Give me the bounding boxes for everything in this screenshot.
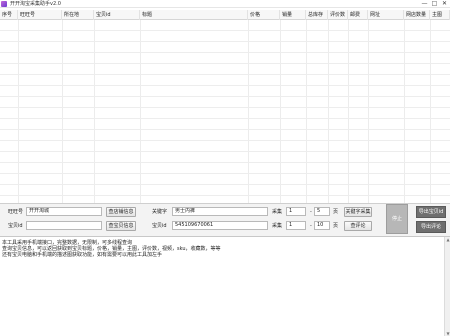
table-row[interactable] (0, 108, 450, 119)
export-item-ids-button[interactable]: 导出宝贝id (416, 206, 446, 218)
maximize-icon[interactable]: □ (430, 0, 439, 7)
query-shop-button[interactable]: 查店铺信息 (106, 207, 136, 217)
column-header-item-id[interactable]: 宝贝id (94, 10, 140, 20)
item-collect-label: 采集 (272, 223, 283, 229)
column-header-location[interactable]: 所在地 (62, 10, 94, 20)
query-item-button[interactable]: 查宝贝信息 (106, 221, 136, 231)
keyword-page-separator: - (310, 209, 312, 215)
column-header-title[interactable]: 标题 (140, 10, 248, 20)
table-row[interactable] (0, 185, 450, 196)
log-scrollbar[interactable]: ▲ ▼ (444, 237, 450, 336)
item-id-input[interactable]: 545109670061 (172, 221, 268, 230)
keyword-input[interactable]: 男士内裤 (172, 207, 268, 216)
title-bar: 开开淘宝采集助手v2.0 — □ ✕ (0, 0, 450, 8)
column-header-shipping[interactable]: 邮费 (348, 10, 368, 20)
table-row[interactable] (0, 64, 450, 75)
item-page-separator: - (310, 223, 312, 229)
wangwang-input[interactable]: 开开淘城 (26, 207, 102, 216)
table-header: 序号 旺旺号 所在地 宝贝id 标题 价格 销量 总库存 评价数 邮费 网址 网… (0, 10, 450, 20)
scroll-down-icon[interactable]: ▼ (445, 331, 450, 336)
keyword-page-unit: 页 (333, 209, 339, 215)
table-row[interactable] (0, 42, 450, 53)
table-row[interactable] (0, 86, 450, 97)
scroll-up-icon[interactable]: ▲ (445, 237, 450, 243)
log-textarea[interactable]: 本工具采用手机端接口，完整数据，无限制，可多线程查询 查询宝贝信息，可以返回获取… (0, 236, 450, 336)
table-row[interactable] (0, 31, 450, 42)
column-header-index[interactable]: 序号 (0, 10, 18, 20)
column-header-url[interactable]: 网址 (368, 10, 404, 20)
results-table[interactable]: 序号 旺旺号 所在地 宝贝id 标题 价格 销量 总库存 评价数 邮费 网址 网… (0, 8, 450, 204)
control-panel: 旺旺号 开开淘城 查店铺信息 宝贝id 查宝贝信息 关键字 男士内裤 采集 1 … (0, 204, 450, 236)
table-row[interactable] (0, 130, 450, 141)
export-reviews-button[interactable]: 导出评论 (416, 221, 446, 233)
shop-item-id-input[interactable] (26, 221, 102, 230)
table-row[interactable] (0, 53, 450, 64)
item-id-label: 宝贝id (8, 223, 23, 229)
table-row[interactable] (0, 75, 450, 86)
table-row[interactable] (0, 163, 450, 174)
table-row[interactable] (0, 119, 450, 130)
column-header-main-image[interactable]: 主图 (430, 10, 450, 20)
table-row[interactable] (0, 141, 450, 152)
minimize-icon[interactable]: — (420, 0, 429, 7)
item-id-label-2: 宝贝id (152, 223, 167, 229)
wangwang-label: 旺旺号 (8, 209, 24, 215)
table-row[interactable] (0, 20, 450, 31)
table-row[interactable] (0, 174, 450, 185)
column-header-wangwang[interactable]: 旺旺号 (18, 10, 62, 20)
keyword-label: 关键字 (152, 209, 168, 215)
close-icon[interactable]: ✕ (440, 0, 449, 7)
query-reviews-button[interactable]: 查评论 (344, 221, 372, 231)
keyword-collect-label: 采集 (272, 209, 283, 215)
keyword-page-from-input[interactable]: 1 (286, 207, 306, 216)
column-header-reviews[interactable]: 评价数 (328, 10, 348, 20)
window-title: 开开淘宝采集助手v2.0 (10, 1, 61, 7)
table-row[interactable] (0, 152, 450, 163)
column-header-shop-count[interactable]: 网店数量 (404, 10, 430, 20)
keyword-page-to-input[interactable]: 5 (314, 207, 330, 216)
keyword-collect-button[interactable]: 关键字采集 (344, 207, 372, 217)
item-page-from-input[interactable]: 1 (286, 221, 306, 230)
log-line: 还有宝贝电脑和手机端的描述图获取功能，如有需要可以用此工具加左手 (2, 252, 163, 258)
app-icon (1, 1, 7, 7)
stop-button[interactable]: 停止 (386, 204, 408, 234)
table-row[interactable] (0, 97, 450, 108)
item-page-to-input[interactable]: 10 (314, 221, 330, 230)
column-header-sales[interactable]: 销量 (280, 10, 306, 20)
item-page-unit: 页 (333, 223, 339, 229)
column-header-price[interactable]: 价格 (248, 10, 280, 20)
column-header-stock[interactable]: 总库存 (306, 10, 328, 20)
